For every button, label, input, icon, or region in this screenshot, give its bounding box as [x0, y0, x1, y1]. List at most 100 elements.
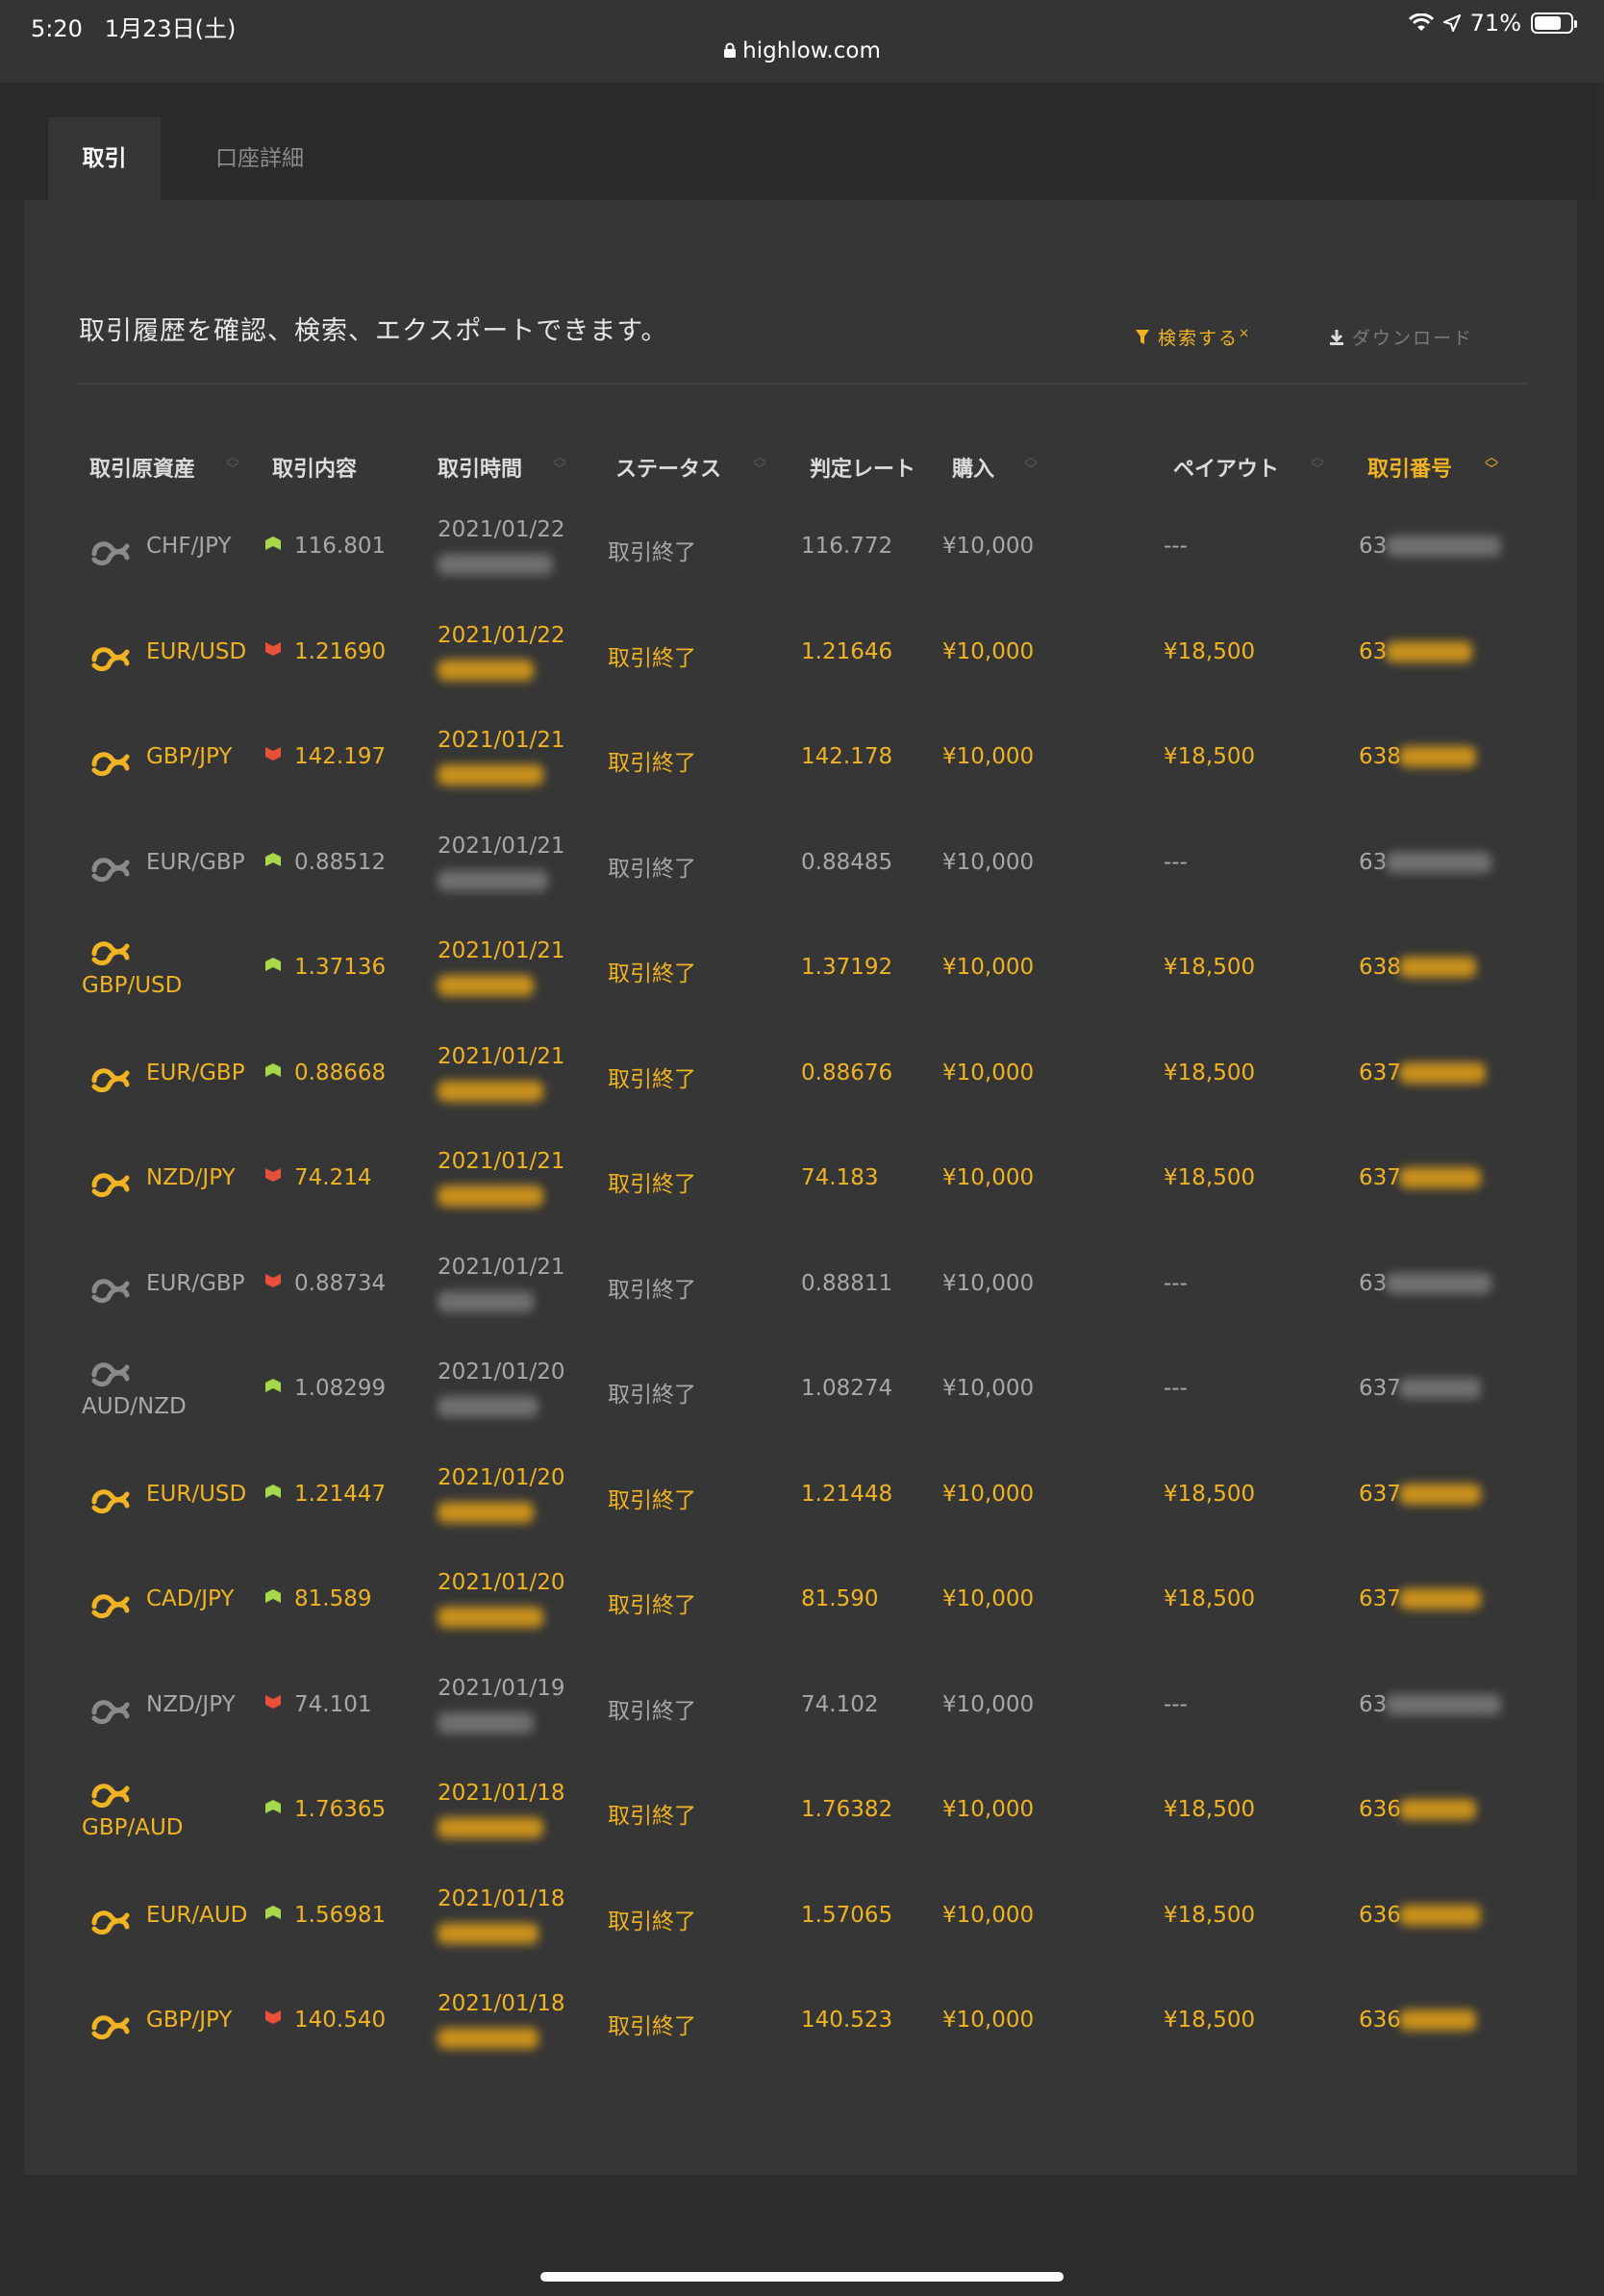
status-text: 取引終了 — [608, 646, 696, 671]
address-bar[interactable]: highlow.com — [0, 38, 1604, 63]
purchase-amount: ¥10,000 — [942, 1271, 1035, 1296]
trade-id: 638 — [1359, 744, 1401, 769]
asset-name: EUR/USD — [146, 1482, 247, 1507]
sort-payout-icon[interactable]: ︿ ﹀ — [1308, 451, 1327, 477]
table-row[interactable]: EUR/GBP 0.88734 2021/01/21 取引終了 0.88811 ¥10,0… — [0, 1237, 1604, 1334]
purchase-amount: ¥10,000 — [942, 2008, 1035, 2033]
sort-status-icon[interactable]: ︿ ﹀ — [750, 451, 769, 477]
trade-rate: 1.08299 — [294, 1376, 387, 1401]
asset-pair-icon — [91, 647, 130, 672]
search-button[interactable]: 検索する× — [1135, 324, 1251, 350]
trade-date: 2021/01/21 — [438, 834, 565, 859]
clear-filter-icon[interactable]: × — [1239, 327, 1251, 341]
table-row[interactable]: EUR/GBP 0.88512 2021/01/21 取引終了 0.88485 ¥10,0… — [0, 816, 1604, 912]
judge-rate: 0.88485 — [801, 850, 893, 875]
payout-amount: --- — [1164, 1271, 1188, 1296]
battery-percent: 71% — [1469, 10, 1521, 37]
trade-id: 63 — [1359, 1271, 1388, 1296]
trade-rate: 116.801 — [294, 534, 387, 559]
trade-date: 2021/01/21 — [438, 1044, 565, 1069]
sort-purchase-icon[interactable]: ︿ ﹀ — [1021, 451, 1040, 477]
status-text: 取引終了 — [608, 1909, 696, 1934]
high-arrow-icon — [265, 537, 281, 550]
col-status[interactable]: ステータス — [615, 452, 721, 483]
trade-date: 2021/01/18 — [438, 1781, 565, 1806]
high-arrow-icon — [265, 1800, 281, 1813]
table-row[interactable]: EUR/GBP 0.88668 2021/01/21 取引終了 0.88676 ¥10,0… — [0, 1027, 1604, 1123]
trade-id: 63 — [1359, 534, 1388, 559]
trade-id: 63 — [1359, 850, 1388, 875]
trade-date: 2021/01/21 — [438, 728, 565, 753]
redacted-trade-id — [1399, 1378, 1481, 1399]
redacted-time — [438, 764, 543, 786]
trade-rate: 1.21690 — [294, 639, 387, 664]
asset-name: CAD/JPY — [146, 1586, 235, 1611]
purchase-amount: ¥10,000 — [942, 534, 1035, 559]
trade-rate: 1.56981 — [294, 1903, 387, 1928]
table-row[interactable]: GBP/JPY 140.540 2021/01/18 取引終了 140.523 ¥10,0… — [0, 1974, 1604, 2070]
redacted-time — [438, 1712, 534, 1734]
high-arrow-icon — [265, 1906, 281, 1919]
col-asset[interactable]: 取引原資産 — [89, 452, 195, 483]
table-row[interactable]: CHF/JPY 116.801 2021/01/22 取引終了 116.772 ¥10,0… — [0, 500, 1604, 596]
redacted-time — [438, 554, 553, 575]
table-row[interactable]: NZD/JPY 74.101 2021/01/19 取引終了 74.102 ¥10,000… — [0, 1659, 1604, 1755]
sort-time-icon[interactable]: ︿ ﹀ — [550, 451, 569, 477]
col-purchase[interactable]: 購入 — [952, 452, 994, 483]
sort-id-icon[interactable]: ︿ ﹀ — [1482, 451, 1501, 477]
download-button[interactable]: ダウンロード — [1329, 324, 1473, 350]
table-row[interactable]: CAD/JPY 81.589 2021/01/20 取引終了 81.590 ¥10,000… — [0, 1553, 1604, 1649]
payout-amount: ¥18,500 — [1164, 639, 1256, 664]
asset-pair-icon — [91, 1700, 130, 1725]
table-row[interactable]: GBP/AUD 1.76365 2021/01/18 取引終了 1.76382 ¥10,0… — [0, 1763, 1604, 1859]
col-trade-content: 取引内容 — [272, 458, 358, 482]
table-row[interactable]: GBP/JPY 142.197 2021/01/21 取引終了 142.178 ¥10,0… — [0, 711, 1604, 807]
trade-id: 636 — [1359, 2008, 1401, 2033]
purchase-amount: ¥10,000 — [942, 744, 1035, 769]
status-text: 取引終了 — [608, 857, 696, 882]
table-row[interactable]: AUD/NZD 1.08299 2021/01/20 取引終了 1.08274 ¥10,0… — [0, 1342, 1604, 1438]
trade-date: 2021/01/21 — [438, 1149, 565, 1174]
status-text: 取引終了 — [608, 1067, 696, 1092]
purchase-amount: ¥10,000 — [942, 1376, 1035, 1401]
asset-pair-icon — [91, 1173, 130, 1198]
trade-id: 63 — [1359, 639, 1388, 664]
trade-id: 636 — [1359, 1797, 1401, 1822]
judge-rate: 1.21646 — [801, 639, 893, 664]
tab-account-details[interactable]: 口座詳細 — [192, 117, 327, 200]
trade-date: 2021/01/19 — [438, 1676, 565, 1701]
redacted-trade-id — [1399, 957, 1476, 978]
redacted-time — [438, 660, 534, 681]
sort-asset-icon[interactable]: ︿ ﹀ — [223, 451, 242, 477]
redacted-time — [438, 1185, 543, 1207]
trade-id: 637 — [1359, 1061, 1401, 1086]
redacted-trade-id — [1399, 1484, 1481, 1505]
asset-pair-icon — [91, 752, 130, 777]
redacted-trade-id — [1399, 1167, 1481, 1188]
table-row[interactable]: GBP/USD 1.37136 2021/01/21 取引終了 1.37192 ¥10,0… — [0, 921, 1604, 1017]
status-text: 取引終了 — [608, 1278, 696, 1303]
trade-date: 2021/01/22 — [438, 517, 565, 542]
table-row[interactable]: NZD/JPY 74.214 2021/01/21 取引終了 74.183 ¥10,000… — [0, 1132, 1604, 1228]
home-indicator[interactable] — [540, 2272, 1064, 2282]
tab-trade[interactable]: 取引 — [48, 117, 161, 200]
judge-rate: 116.772 — [801, 534, 893, 559]
redacted-time — [438, 1502, 534, 1523]
low-arrow-icon — [265, 2010, 281, 2024]
col-trade-id[interactable]: 取引番号 — [1367, 452, 1452, 483]
table-row[interactable]: EUR/AUD 1.56981 2021/01/18 取引終了 1.57065 ¥10,0… — [0, 1869, 1604, 1965]
asset-name: GBP/USD — [82, 973, 183, 998]
judge-rate: 0.88676 — [801, 1061, 893, 1086]
payout-amount: ¥18,500 — [1164, 744, 1256, 769]
table-row[interactable]: EUR/USD 1.21690 2021/01/22 取引終了 1.21646 ¥10,0… — [0, 606, 1604, 702]
col-payout[interactable]: ペイアウト — [1173, 452, 1279, 483]
payout-amount: ¥18,500 — [1164, 1586, 1256, 1611]
trade-id: 637 — [1359, 1586, 1401, 1611]
trade-id: 636 — [1359, 1903, 1401, 1928]
redacted-time — [438, 2028, 539, 2049]
col-trade-time[interactable]: 取引時間 — [438, 452, 522, 483]
table-row[interactable]: EUR/USD 1.21447 2021/01/20 取引終了 1.21448 ¥10,0… — [0, 1448, 1604, 1544]
asset-pair-icon — [91, 1068, 130, 1093]
asset-name: EUR/USD — [146, 639, 247, 664]
download-label: ダウンロード — [1352, 328, 1474, 349]
